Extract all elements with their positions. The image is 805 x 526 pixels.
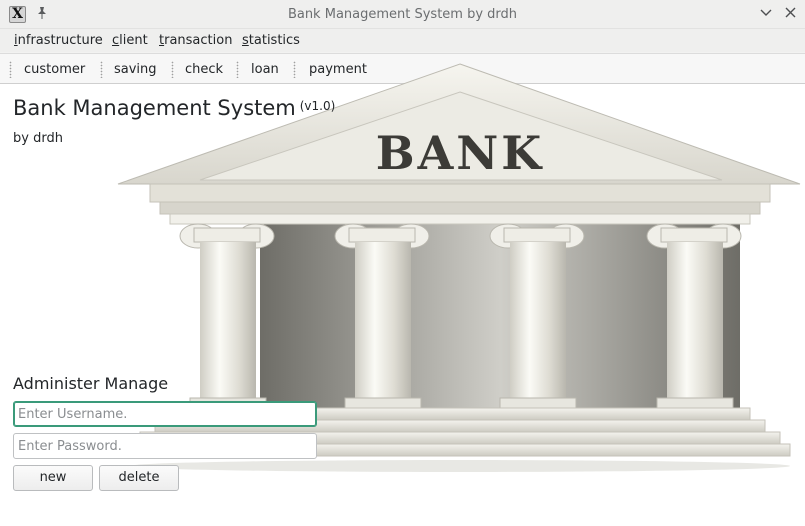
bank-sign-text: BANK — [376, 126, 545, 180]
app-heading-title: Bank Management System — [13, 96, 296, 120]
app-heading: Bank Management System (v1.0) — [13, 96, 335, 120]
menu-label: nfrastructure — [17, 33, 103, 48]
menu-transaction[interactable]: transaction — [159, 32, 232, 50]
password-input[interactable] — [13, 433, 317, 459]
new-button[interactable]: new — [13, 465, 93, 491]
toolbar-handle[interactable] — [100, 61, 103, 78]
menu-bar: infrastructure client transaction statis… — [0, 29, 805, 52]
version-label: (v1.0) — [299, 99, 336, 113]
close-icon[interactable] — [781, 5, 799, 23]
menu-label: ransaction — [164, 33, 233, 48]
menu-label: tatistics — [248, 33, 300, 48]
toolbar-customer-button[interactable]: customer — [24, 60, 85, 80]
title-bar: X Bank Management System by drdh — [0, 0, 805, 29]
delete-button[interactable]: delete — [99, 465, 179, 491]
username-input[interactable] — [13, 401, 317, 427]
toolbar-handle[interactable] — [9, 61, 12, 78]
menu-label: lient — [119, 33, 148, 48]
menu-statistics[interactable]: statistics — [242, 32, 300, 50]
window-title: Bank Management System by drdh — [287, 7, 518, 22]
menu-infrastructure[interactable]: infrastructure — [14, 32, 103, 50]
admin-section-title: Administer Manage — [13, 374, 169, 393]
menu-client[interactable]: client — [112, 32, 148, 50]
menu-mnemonic: s — [242, 33, 249, 48]
chevron-down-icon[interactable] — [757, 5, 775, 23]
author-label: by drdh — [13, 131, 63, 146]
